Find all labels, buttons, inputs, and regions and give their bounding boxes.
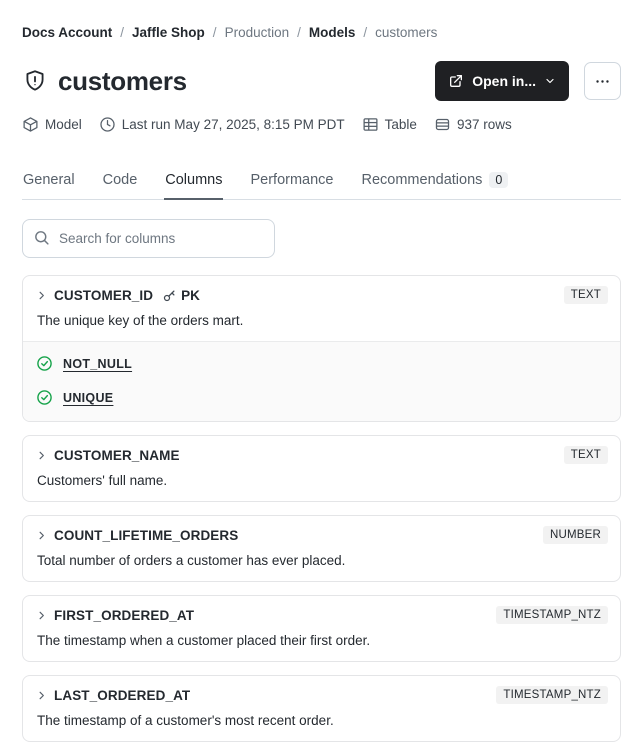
clock-icon <box>99 116 116 133</box>
breadcrumb-item[interactable]: Docs Account <box>22 25 112 40</box>
tab-label: Recommendations <box>361 172 483 188</box>
header-actions: Open in... <box>435 61 621 101</box>
test-link[interactable]: UNIQUE <box>63 391 113 405</box>
more-actions-button[interactable] <box>584 62 621 100</box>
meta-item: Model <box>22 116 82 133</box>
metadata-row: Model Last run May 27, 2025, 8:15 PM PDT T… <box>22 116 621 133</box>
breadcrumb-separator: / <box>120 25 125 40</box>
column-description: The timestamp when a customer placed the… <box>37 633 371 648</box>
test-link[interactable]: NOT_NULL <box>63 357 132 371</box>
column-card-main: CUSTOMER_ID PK TEXT The unique key of th… <box>23 276 620 341</box>
chevron-right-icon[interactable] <box>36 450 47 461</box>
column-type-badge: TEXT <box>563 446 608 464</box>
meta-label: Last run May 27, 2025, 8:15 PM PDT <box>121 117 345 132</box>
check-circle-icon <box>36 355 53 372</box>
search-input[interactable] <box>22 219 275 258</box>
table-icon <box>362 116 379 133</box>
column-header-row: CUSTOMER_NAME TEXT <box>36 446 608 464</box>
column-card: LAST_ORDERED_AT TIMESTAMP_NTZ The timest… <box>22 675 621 742</box>
column-card: CUSTOMER_NAME TEXT Customers' full name. <box>22 435 621 502</box>
column-type-badge: TIMESTAMP_NTZ <box>496 606 608 624</box>
tab-label: General <box>23 172 75 188</box>
test-row: NOT_NULL <box>36 355 607 372</box>
column-name[interactable]: FIRST_ORDERED_AT <box>54 608 194 623</box>
breadcrumb-item[interactable]: Jaffle Shop <box>132 25 205 40</box>
shield-exclamation-icon <box>22 68 48 94</box>
column-description: Total number of orders a customer has ev… <box>37 553 346 568</box>
key-icon <box>162 288 177 303</box>
tab-performance[interactable]: Performance <box>249 168 334 200</box>
column-type-badge: NUMBER <box>542 526 608 544</box>
column-header-row: FIRST_ORDERED_AT TIMESTAMP_NTZ <box>36 606 608 624</box>
pk-label: PK <box>181 287 200 303</box>
column-description: Customers' full name. <box>37 473 168 488</box>
test-row: UNIQUE <box>36 389 607 406</box>
tab-recommendations[interactable]: Recommendations 0 <box>361 168 510 200</box>
column-card-main: COUNT_LIFETIME_ORDERS NUMBER Total numbe… <box>23 516 620 581</box>
breadcrumb: Docs Account / Jaffle Shop / Production / Mode… <box>22 25 621 40</box>
meta-label: 937 rows <box>456 117 512 132</box>
column-card: FIRST_ORDERED_AT TIMESTAMP_NTZ The times… <box>22 595 621 662</box>
tab-code[interactable]: Code <box>102 168 139 200</box>
primary-key-indicator: PK <box>162 288 200 303</box>
breadcrumb-item[interactable]: Models <box>309 25 356 40</box>
tab-label: Columns <box>165 172 223 188</box>
breadcrumb-separator: / <box>363 25 368 40</box>
meta-label: Table <box>384 117 417 132</box>
tab-label: Code <box>102 172 138 188</box>
external-link-icon <box>448 73 464 89</box>
column-name[interactable]: COUNT_LIFETIME_ORDERS <box>54 528 238 543</box>
column-tests: NOT_NULL UNIQUE <box>23 341 620 421</box>
column-card: CUSTOMER_ID PK TEXT The unique key of th… <box>22 275 621 422</box>
chevron-right-icon[interactable] <box>36 610 47 621</box>
column-description: The unique key of the orders mart. <box>37 313 244 328</box>
breadcrumb-separator: / <box>297 25 301 40</box>
column-name[interactable]: CUSTOMER_ID <box>54 288 153 303</box>
column-header-row: LAST_ORDERED_AT TIMESTAMP_NTZ <box>36 686 608 704</box>
search-icon <box>33 229 50 251</box>
rows-icon <box>434 116 451 133</box>
chevron-down-icon <box>544 75 556 87</box>
column-description: The timestamp of a customer's most recen… <box>37 713 334 728</box>
cube-icon <box>22 116 39 133</box>
tab-count-badge: 0 <box>489 172 509 188</box>
check-circle-icon <box>36 389 53 406</box>
tab-bar: General Code Columns Performance Recommendat… <box>22 168 621 200</box>
tab-label: Performance <box>250 172 334 188</box>
column-name[interactable]: LAST_ORDERED_AT <box>54 688 190 703</box>
column-card-main: CUSTOMER_NAME TEXT Customers' full name. <box>23 436 620 501</box>
column-name[interactable]: CUSTOMER_NAME <box>54 448 180 463</box>
column-header-row: CUSTOMER_ID PK TEXT <box>36 286 608 304</box>
column-card: COUNT_LIFETIME_ORDERS NUMBER Total numbe… <box>22 515 621 582</box>
breadcrumb-item[interactable]: Production <box>225 25 290 40</box>
page-title: customers <box>58 65 187 96</box>
breadcrumb-separator: / <box>212 25 217 40</box>
search-box <box>22 219 275 258</box>
meta-item: Last run May 27, 2025, 8:15 PM PDT <box>99 116 345 133</box>
chevron-right-icon[interactable] <box>36 690 47 701</box>
model-detail-page: Docs Account / Jaffle Shop / Production / Mode… <box>0 25 643 742</box>
column-card-main: FIRST_ORDERED_AT TIMESTAMP_NTZ The times… <box>23 596 620 661</box>
column-header-row: COUNT_LIFETIME_ORDERS NUMBER <box>36 526 608 544</box>
column-type-badge: TEXT <box>563 286 608 304</box>
open-in-button[interactable]: Open in... <box>435 61 569 101</box>
tab-columns[interactable]: Columns <box>164 168 224 200</box>
chevron-right-icon[interactable] <box>36 530 47 541</box>
ellipsis-icon <box>594 73 611 90</box>
chevron-right-icon[interactable] <box>36 290 47 301</box>
column-type-badge: TIMESTAMP_NTZ <box>496 686 608 704</box>
column-list: CUSTOMER_ID PK TEXT The unique key of th… <box>22 275 621 742</box>
breadcrumb-item[interactable]: customers <box>375 25 437 40</box>
open-in-button-label: Open in... <box>472 73 536 89</box>
tab-general[interactable]: General <box>22 168 76 200</box>
meta-label: Model <box>45 117 82 132</box>
page-header: customers Open in... <box>22 61 621 101</box>
meta-item: 937 rows <box>434 116 512 133</box>
meta-item: Table <box>362 116 417 133</box>
